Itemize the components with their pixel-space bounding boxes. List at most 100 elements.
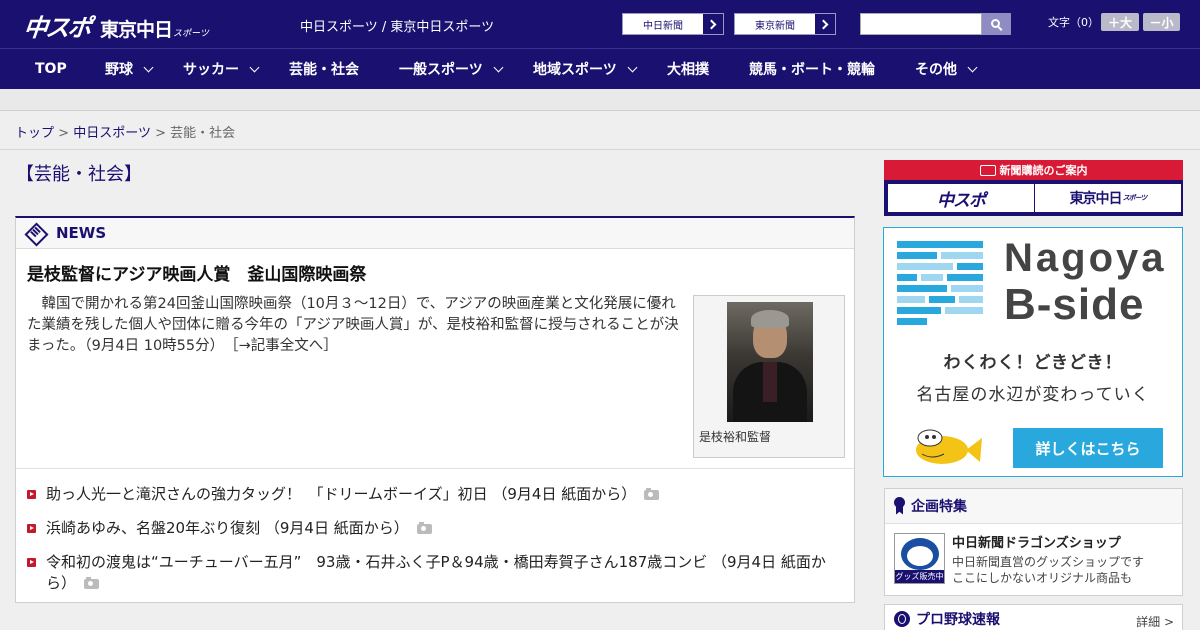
camera-icon — [416, 521, 432, 534]
site-name-link[interactable]: 中日スポーツ / 東京中日スポーツ — [300, 16, 494, 35]
nav-item-local-sports[interactable]: 地域スポーツ — [533, 49, 638, 89]
nav-item-label: 大相撲 — [667, 62, 709, 78]
chevron-right-icon — [703, 14, 723, 34]
dragons-shop-thumbnail[interactable]: グッズ販売中 — [894, 533, 945, 584]
subscribe-tokyo-chunichi-label: 東京中日 — [1069, 191, 1123, 207]
nav-item-label: 地域スポーツ — [533, 62, 617, 78]
chevron-down-icon — [967, 62, 978, 72]
news-link[interactable]: 助っ人光一と滝沢さんの強力タッグ！ 「ドリームボーイズ」初日 （9月4日 紙面か… — [46, 485, 636, 503]
search-button[interactable] — [982, 13, 1011, 35]
chevron-down-icon — [493, 62, 504, 72]
breadcrumb-chunichi-sports[interactable]: 中日スポーツ — [73, 126, 151, 141]
nav-item-baseball[interactable]: 野球 — [105, 49, 154, 89]
list-item: 助っ人光一と滝沢さんの強力タッグ！ 「ドリームボーイズ」初日 （9月4日 紙面か… — [26, 484, 844, 505]
chevron-down-icon — [627, 62, 638, 72]
thumbnail-label: グッズ販売中 — [895, 570, 944, 583]
subscription-title: 新聞購読のご案内 — [999, 164, 1088, 177]
breadcrumb-top[interactable]: トップ — [15, 126, 54, 141]
breadcrumb-separator: > — [58, 126, 70, 141]
pro-baseball-box: プロ野球速報 詳細 > — [884, 604, 1183, 630]
tokyo-shimbun-label: 東京新聞 — [735, 14, 815, 34]
nav-item-general-sports[interactable]: 一般スポーツ — [399, 49, 504, 89]
news-list: 助っ人光一と滝沢さんの強力タッグ！ 「ドリームボーイズ」初日 （9月4日 紙面か… — [26, 484, 844, 607]
top-story-headline[interactable]: 是枝監督にアジア映画人賞 釜山国際映画祭 — [27, 260, 366, 285]
logo-sub: 東京中日 — [100, 19, 173, 41]
camera-icon — [84, 576, 100, 589]
ad-title-2: B-side — [1004, 280, 1145, 329]
page-title: 【芸能・社会】 — [16, 164, 142, 185]
dragons-shop-link[interactable]: 中日新聞ドラゴンズショップ — [952, 532, 1121, 551]
news-label: NEWS — [56, 224, 107, 242]
breadcrumb-current: 芸能・社会 — [170, 126, 236, 141]
subscription-header: 新聞購読のご案内 — [884, 160, 1183, 180]
chunichi-shimbun-button[interactable]: 中日新聞 — [622, 13, 724, 35]
chevron-right-icon — [815, 14, 835, 34]
feature-header: 企画特集 — [885, 489, 1182, 524]
nav-item-label: 一般スポーツ — [399, 62, 483, 78]
ribbon-icon — [894, 496, 905, 516]
subscription-box: 新聞購読のご案内 中スポ 東京中日 スポーツ — [884, 160, 1183, 216]
top-story-photo[interactable]: 是枝裕和監督 — [693, 295, 845, 458]
chunichi-shimbun-label: 中日新聞 — [623, 14, 703, 34]
nav-item-label: サッカー — [183, 62, 239, 78]
search-box — [860, 13, 1011, 35]
logo-main: 中スポ — [22, 14, 92, 42]
nav-item-label: その他 — [915, 62, 957, 78]
subscribe-chuspo-button[interactable]: 中スポ — [888, 184, 1034, 212]
list-item: 令和初の渡鬼は“ユーチューバー五月” 93歳・石井ふく子P＆94歳・橋田寿賀子さ… — [26, 552, 844, 594]
ad-copy-1: わくわく！どきどき！ — [943, 353, 1123, 373]
ad-copy-2: 名古屋の水辺が変わっていく — [916, 385, 1150, 405]
search-input[interactable] — [860, 13, 982, 35]
nav-item-other[interactable]: その他 — [915, 49, 978, 89]
feature-box: 企画特集 グッズ販売中 中日新聞ドラゴンズショップ 中日新聞直営のグッズショップ… — [884, 488, 1183, 596]
newspaper-icon — [979, 164, 996, 176]
top-story-lead: 韓国で開かれる第24回釜山国際映画祭（10月３～12日）で、アジアの映画産業と文… — [27, 294, 687, 357]
subscribe-small-label: スポーツ — [1122, 194, 1148, 202]
sub-nav-stripe — [0, 89, 1200, 111]
news-header: NEWS — [16, 218, 854, 249]
photo-caption: 是枝裕和監督 — [699, 430, 772, 444]
breadcrumb: トップ > 中日スポーツ > 芸能・社会 — [0, 111, 1200, 150]
ad-logo-graphic — [897, 241, 983, 325]
nagoya-bside-ad[interactable]: Nagoya B-side わくわく！どきどき！ 名古屋の水辺が変わっていく 詳… — [883, 227, 1183, 477]
news-link[interactable]: 令和初の渡鬼は“ユーチューバー五月” 93歳・石井ふく子P＆94歳・橋田寿賀子さ… — [46, 553, 826, 592]
font-size-label: 文字（0） — [1048, 16, 1099, 29]
nav-item-label: 野球 — [105, 62, 133, 78]
ad-cta-button: 詳しくはこちら — [1013, 428, 1163, 468]
nav-item-top[interactable]: TOP — [35, 49, 67, 89]
read-more-link[interactable]: ［→記事全文へ］ — [231, 338, 337, 354]
bullet-arrow-icon — [27, 558, 36, 567]
nav-item-label: 競馬・ボート・競輪 — [749, 62, 875, 78]
news-link[interactable]: 浜崎あゆみ、名盤20年ぶり復刻 （9月4日 紙面から） — [46, 519, 409, 537]
details-link[interactable]: 詳細 > — [1136, 613, 1174, 630]
site-logo[interactable]: 中スポ 東京中日 スポーツ — [22, 8, 209, 42]
search-icon — [991, 18, 1000, 28]
nav-item-entertainment[interactable]: 芸能・社会 — [289, 49, 359, 89]
pro-baseball-title: プロ野球速報 — [916, 612, 1000, 628]
font-bigger-button[interactable]: ＋大 — [1101, 13, 1139, 31]
nav-item-label: 芸能・社会 — [289, 62, 359, 78]
chevron-down-icon — [143, 62, 154, 72]
nav-item-label: TOP — [35, 61, 67, 77]
portrait-image — [727, 302, 813, 422]
bullet-arrow-icon — [27, 524, 36, 533]
font-smaller-button[interactable]: －小 — [1143, 13, 1180, 31]
fish-mascot-icon — [916, 429, 982, 464]
tokyo-shimbun-button[interactable]: 東京新聞 — [734, 13, 836, 35]
nav-item-sumo[interactable]: 大相撲 — [667, 49, 709, 89]
nav-item-soccer[interactable]: サッカー — [183, 49, 260, 89]
breadcrumb-separator: > — [155, 126, 166, 141]
nav-item-racing[interactable]: 競馬・ボート・競輪 — [749, 49, 875, 89]
feature-desc-1: 中日新聞直営のグッズショップです — [952, 555, 1145, 569]
news-panel: NEWS 是枝監督にアジア映画人賞 釜山国際映画祭 韓国で開かれる第24回釜山国… — [15, 216, 855, 603]
bullet-arrow-icon — [27, 490, 36, 499]
list-item: 浜崎あゆみ、名盤20年ぶり復刻 （9月4日 紙面から） — [26, 518, 844, 539]
subscribe-tokyo-chunichi-button[interactable]: 東京中日 スポーツ — [1035, 184, 1181, 212]
feature-desc-2: ここにしかないオリジナル商品も — [952, 571, 1133, 585]
baseball-icon — [894, 611, 910, 627]
logo-small: スポーツ — [173, 29, 209, 39]
ad-title-1: Nagoya — [1004, 236, 1167, 280]
main-nav: TOP 野球 サッカー 芸能・社会 一般スポーツ 地域スポーツ 大相撲 競馬・ボ… — [0, 48, 1200, 89]
newspaper-icon — [26, 224, 46, 242]
camera-icon — [644, 487, 660, 500]
